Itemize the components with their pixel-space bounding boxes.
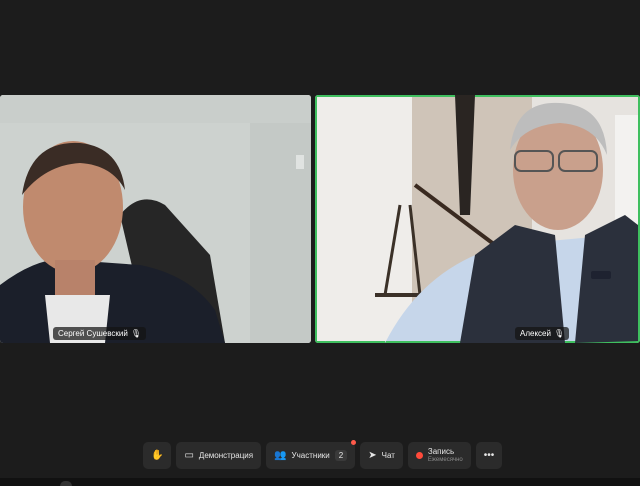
record-button[interactable]: Запись Ежемесячно [407,442,471,469]
self-view-handle[interactable] [60,481,72,486]
screen-share-button[interactable]: ▭ Демонстрация [176,442,262,469]
people-icon: 👥 [274,450,287,461]
monitor-icon: ▭ [184,450,194,461]
participant-name: Алексей [520,329,551,338]
participants-button[interactable]: 👥 Участники 2 [266,440,357,469]
participants-label: Участники [291,451,330,460]
participant-name-tag: Алексей 🎙 [515,327,570,340]
screen-share-label: Демонстрация [198,451,254,460]
notification-dot [351,440,357,445]
more-icon: ••• [483,450,495,461]
chat-label: Чат [381,451,395,460]
record-dot-icon [415,452,423,459]
participant-name: Сергей Сушевский [58,329,128,338]
hand-icon: ✋ [151,450,164,461]
raise-hand-button[interactable]: ✋ [143,442,172,469]
microphone-icon: 🎙 [130,329,141,338]
participant-video-2 [317,95,638,343]
call-toolbar: ✋ ▭ Демонстрация 👥 Участники 2 ➤ Чат Зап… [143,440,503,469]
chat-button[interactable]: ➤ Чат [360,442,403,469]
microphone-icon: 🎙 [553,329,565,338]
bottom-strip [0,478,640,486]
participant-name-tag: Сергей Сушевский 🎙 [53,327,146,340]
record-sublabel: Ежемесячно [427,456,463,463]
participant-video-tile-2[interactable]: Алексей 🎙 [315,95,640,343]
record-label: Запись [427,446,455,456]
participant-video-1 [0,95,311,343]
send-icon: ➤ [368,450,377,461]
participants-count: 2 [334,450,348,461]
record-text: Запись Ежемесячно [428,447,463,465]
more-options-button[interactable]: ••• [475,442,503,469]
participant-video-tile-1[interactable]: Сергей Сушевский 🎙 [0,95,311,343]
